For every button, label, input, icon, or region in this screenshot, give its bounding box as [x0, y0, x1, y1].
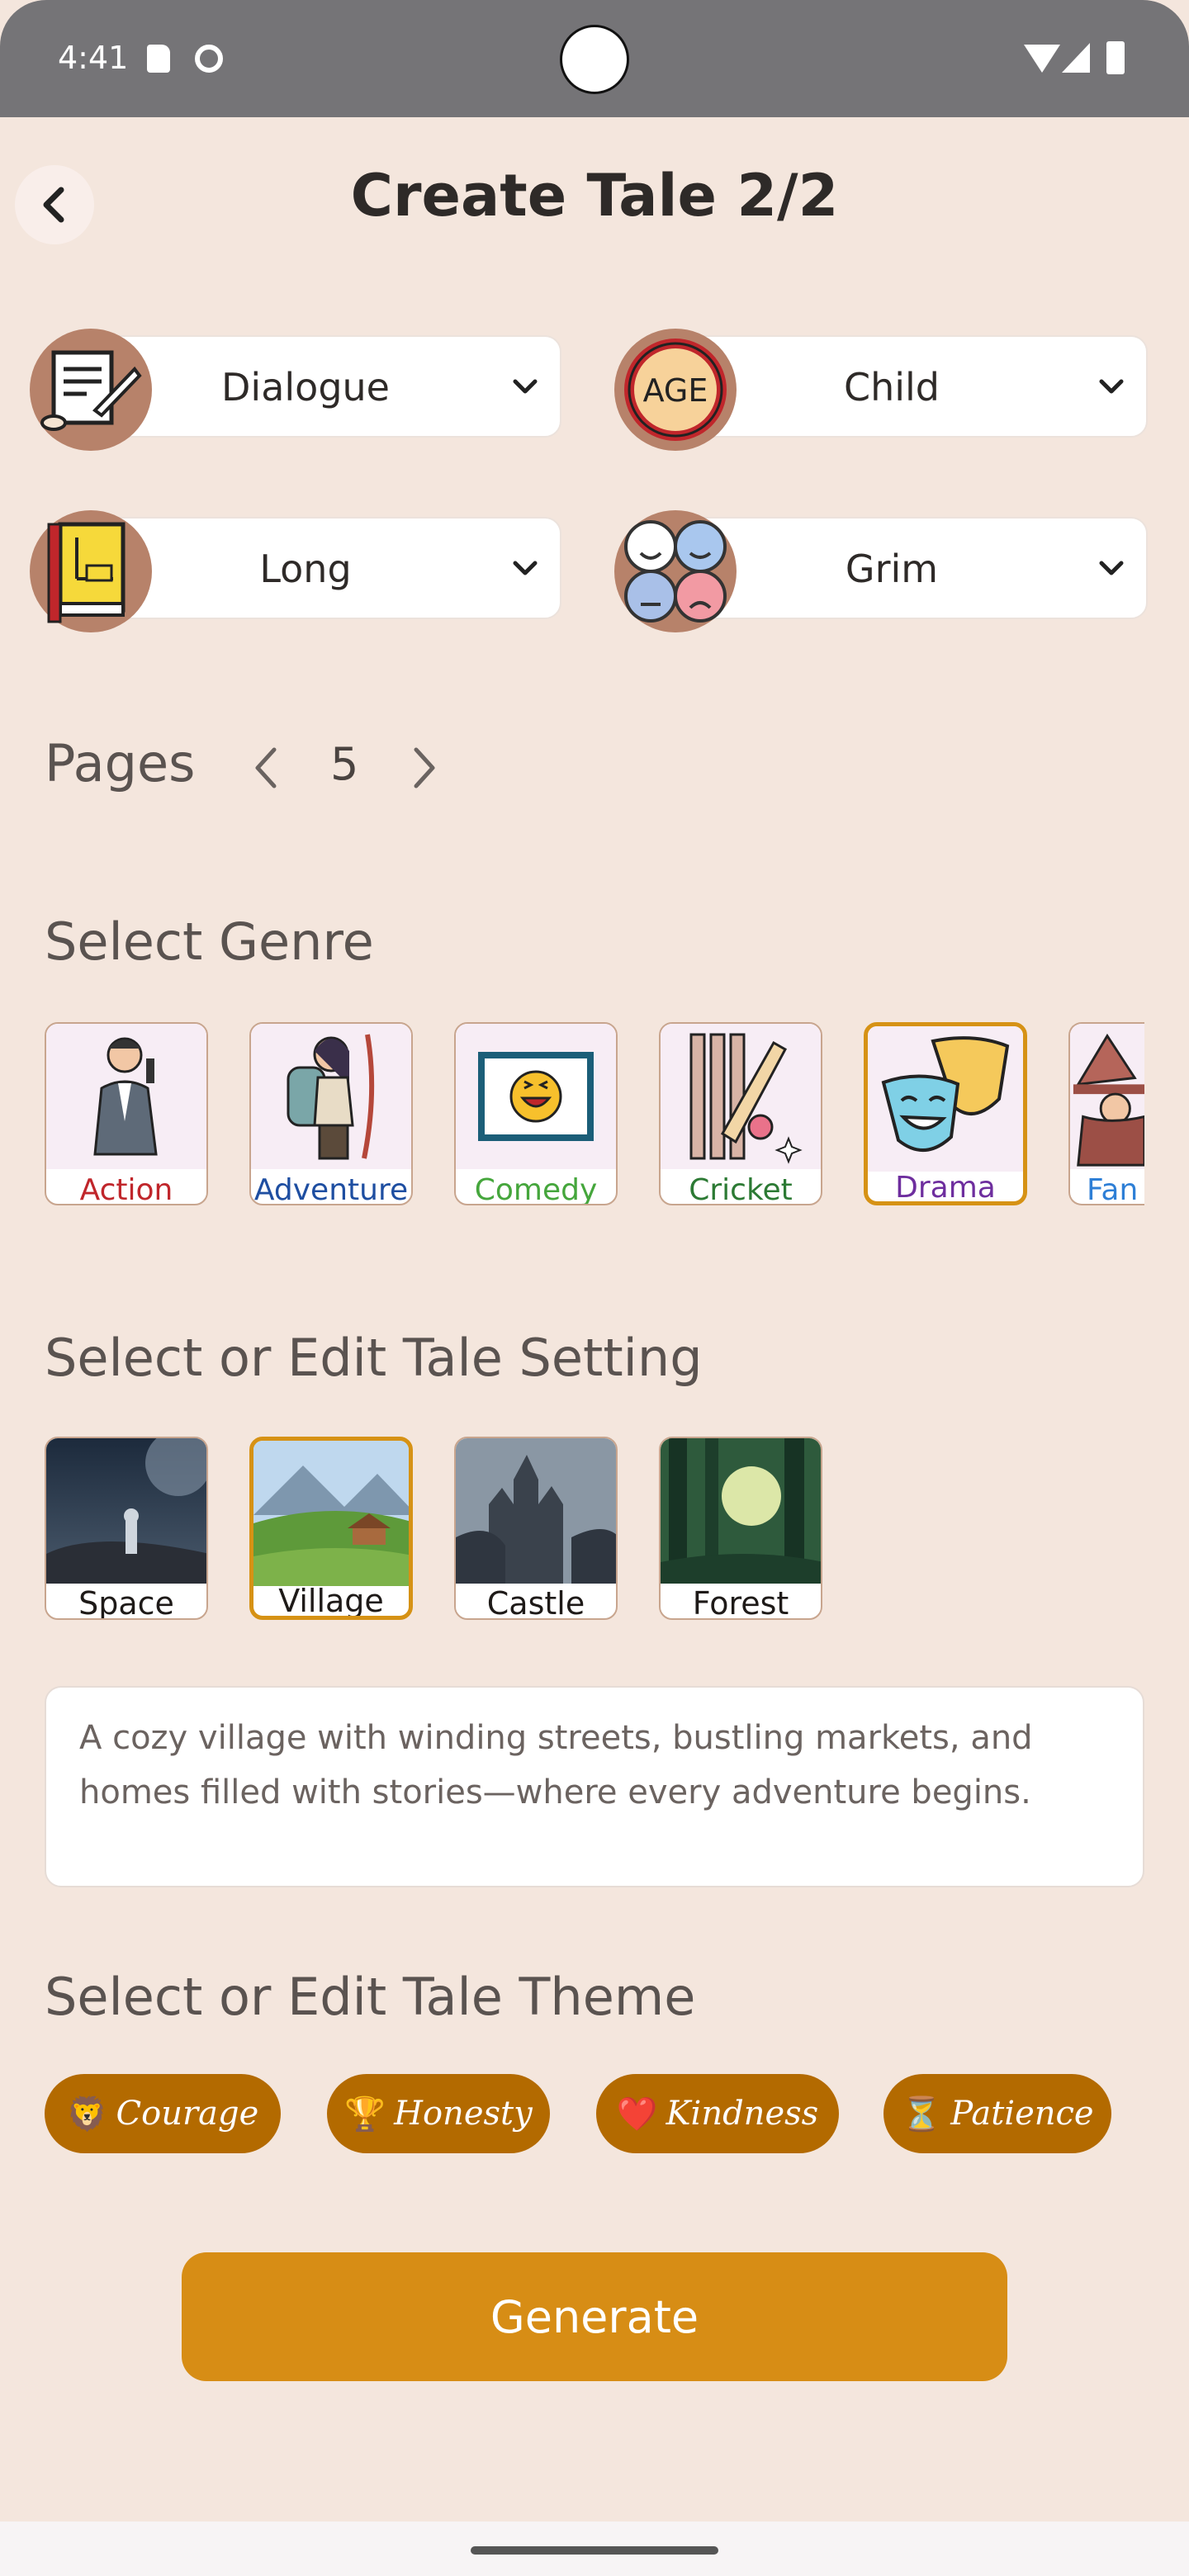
- space-thumbnail: [46, 1438, 206, 1584]
- status-time: 4:41: [58, 40, 129, 76]
- lion-icon: 🦁: [66, 2095, 108, 2133]
- setting-description-input[interactable]: A cozy village with winding streets, bus…: [45, 1686, 1144, 1887]
- status-bar: 4:41: [0, 0, 1189, 117]
- scroll-quill-icon: [30, 329, 152, 451]
- camera-cutout: [560, 25, 629, 94]
- trophy-icon: 🏆: [344, 2095, 386, 2133]
- pages-increment-button[interactable]: [410, 745, 439, 794]
- generate-button[interactable]: Generate: [182, 2252, 1007, 2381]
- genre-tile-comedy[interactable]: Comedy: [454, 1022, 618, 1205]
- home-gesture-handle[interactable]: [471, 2546, 718, 2555]
- theme-chip-patience[interactable]: ⏳ Patience: [883, 2074, 1111, 2153]
- chevron-down-icon: [513, 561, 538, 575]
- chip-label: Honesty: [394, 2095, 533, 2133]
- chevron-left-icon: [255, 747, 277, 788]
- genre-label: Cricket: [689, 1173, 793, 1205]
- sd-card-icon: [147, 45, 170, 73]
- dropdown-value: Dialogue: [221, 365, 390, 410]
- spy-agent-icon: [46, 1024, 206, 1169]
- chip-label: Kindness: [666, 2095, 819, 2133]
- chevron-right-icon: [414, 747, 435, 788]
- castle-thumbnail: [456, 1438, 616, 1584]
- age-icon: AGE: [614, 329, 737, 451]
- setting-tile-space[interactable]: Space: [45, 1437, 208, 1620]
- forest-thumbnail: [661, 1438, 821, 1584]
- setting-tile-castle[interactable]: Castle: [454, 1437, 618, 1620]
- wifi-icon: [1024, 45, 1060, 73]
- book-ruler-icon: [30, 510, 152, 632]
- chip-label: Courage: [116, 2095, 259, 2133]
- genre-label: Action: [79, 1173, 173, 1205]
- pages-label: Pages: [45, 733, 196, 793]
- genre-section-title: Select Genre: [45, 912, 374, 972]
- signal-icon: [1062, 43, 1090, 73]
- chevron-down-icon: [1099, 561, 1124, 575]
- status-app-icon: [195, 45, 223, 73]
- genre-label: Comedy: [474, 1173, 598, 1205]
- chevron-down-icon: [513, 379, 538, 394]
- wizard-icon: [1070, 1024, 1144, 1169]
- genre-tile-drama[interactable]: Drama: [864, 1022, 1027, 1205]
- village-thumbnail: [253, 1441, 409, 1586]
- setting-label: Village: [278, 1583, 384, 1619]
- genre-tile-cricket[interactable]: Cricket: [659, 1022, 822, 1205]
- battery-icon: [1106, 41, 1125, 74]
- genre-tile-adventure[interactable]: Adventure: [249, 1022, 413, 1205]
- genre-label: Adventure: [253, 1173, 409, 1205]
- genre-tile-fantasy[interactable]: Fan: [1068, 1022, 1144, 1205]
- theme-chip-honesty[interactable]: 🏆 Honesty: [327, 2074, 550, 2153]
- setting-label: Forest: [692, 1585, 789, 1620]
- setting-tile-village[interactable]: Village: [249, 1437, 413, 1620]
- page-title: Create Tale 2/2: [350, 162, 839, 230]
- svg-text:AGE: AGE: [643, 372, 708, 409]
- chevron-down-icon: [1099, 379, 1124, 394]
- genre-label: Fan: [1087, 1173, 1139, 1205]
- dropdown-value: Grim: [845, 547, 939, 591]
- heart-icon: ❤️: [616, 2095, 658, 2133]
- theme-chip-kindness[interactable]: ❤️ Kindness: [596, 2074, 839, 2153]
- hiker-icon: [251, 1024, 411, 1169]
- cricket-bat-icon: [661, 1024, 821, 1169]
- genre-label: Drama: [895, 1171, 996, 1205]
- setting-section-title: Select or Edit Tale Setting: [45, 1328, 703, 1388]
- dropdown-value: Long: [259, 547, 352, 591]
- theme-section-title: Select or Edit Tale Theme: [45, 1967, 696, 2027]
- genre-tile-action[interactable]: Action: [45, 1022, 208, 1205]
- laughing-face-icon: [456, 1024, 616, 1169]
- setting-label: Space: [78, 1585, 174, 1620]
- setting-tile-forest[interactable]: Forest: [659, 1437, 822, 1620]
- theatre-masks-icon: [868, 1026, 1023, 1172]
- pages-decrement-button[interactable]: [251, 745, 281, 794]
- mood-faces-icon: [614, 510, 737, 632]
- hourglass-icon: ⏳: [901, 2095, 943, 2133]
- theme-chip-courage[interactable]: 🦁 Courage: [45, 2074, 281, 2153]
- dropdown-value: Child: [843, 365, 940, 410]
- chip-label: Patience: [950, 2095, 1094, 2133]
- pages-value: 5: [330, 738, 359, 790]
- setting-label: Castle: [486, 1585, 585, 1620]
